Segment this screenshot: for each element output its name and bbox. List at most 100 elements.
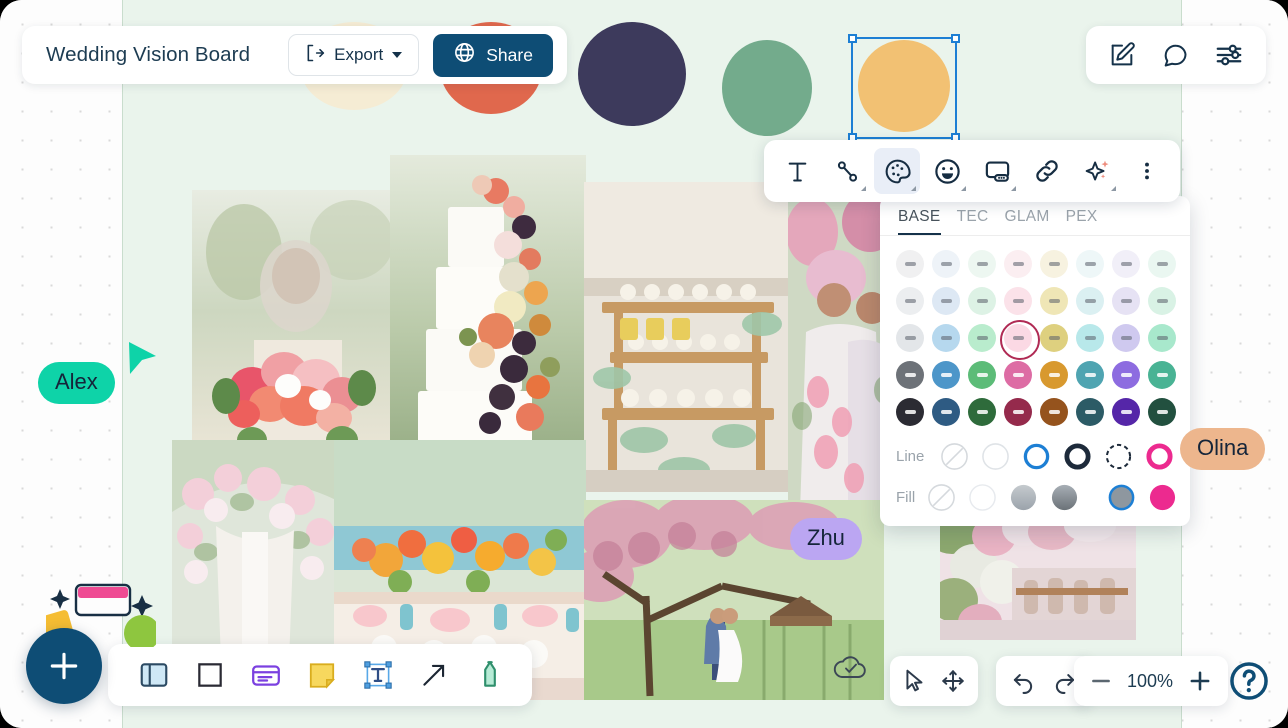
color-swatch-r0-c7[interactable] xyxy=(1148,250,1176,278)
text-tool-button[interactable] xyxy=(356,653,400,697)
resize-handle-tl[interactable] xyxy=(848,34,857,43)
panel-tab-pex[interactable]: PEX xyxy=(1066,208,1098,235)
fill-option-gray-selected[interactable] xyxy=(1107,483,1136,512)
color-swatch-r2-c5[interactable] xyxy=(1076,324,1104,352)
color-swatch-r2-c6[interactable] xyxy=(1112,324,1140,352)
pointer-tool-button[interactable] xyxy=(902,668,928,694)
selection-box[interactable] xyxy=(848,34,960,142)
panel-tab-base[interactable]: BASE xyxy=(898,208,941,235)
fill-option-dark-gray[interactable] xyxy=(1050,483,1079,512)
color-swatch-r1-c0[interactable] xyxy=(896,287,924,315)
color-swatch-r3-c0[interactable] xyxy=(896,361,924,389)
color-swatch-r1-c1[interactable] xyxy=(932,287,960,315)
text-tool-button[interactable] xyxy=(774,148,820,194)
color-swatch-r2-c0[interactable] xyxy=(896,324,924,352)
color-swatch-r2-c2[interactable] xyxy=(968,324,996,352)
panel-tab-tec[interactable]: TEC xyxy=(957,208,989,235)
color-swatch-r2-c4[interactable] xyxy=(1040,324,1068,352)
add-button[interactable] xyxy=(26,628,102,704)
line-style-row: Line xyxy=(880,436,1190,477)
line-option-none[interactable] xyxy=(940,442,969,471)
color-swatch-r4-c2[interactable] xyxy=(968,398,996,426)
line-tool-button[interactable] xyxy=(824,148,870,194)
color-swatch-r4-c1[interactable] xyxy=(932,398,960,426)
resize-handle-tr[interactable] xyxy=(951,34,960,43)
color-swatch-r3-c3[interactable] xyxy=(1004,361,1032,389)
color-swatch-r2-c3[interactable] xyxy=(1000,320,1040,360)
ai-magic-tool-button[interactable] xyxy=(1074,148,1120,194)
dropdown-corner-icon xyxy=(911,186,916,191)
comment-bubble-icon[interactable] xyxy=(1161,41,1189,69)
color-swatch-r0-c2[interactable] xyxy=(968,250,996,278)
color-swatch-r3-c5[interactable] xyxy=(1076,361,1104,389)
color-tool-button[interactable] xyxy=(874,148,920,194)
color-swatch-r3-c2[interactable] xyxy=(968,361,996,389)
line-option-dashed[interactable] xyxy=(1104,442,1133,471)
sticky-tool-button[interactable] xyxy=(300,653,344,697)
photo-floral-wall-reception[interactable] xyxy=(940,512,1136,640)
fill-option-light-gray[interactable] xyxy=(1009,483,1038,512)
color-swatch-r0-c0[interactable] xyxy=(896,250,924,278)
panel-tab-glam[interactable]: GLAM xyxy=(1004,208,1049,235)
color-swatch-r1-c6[interactable] xyxy=(1112,287,1140,315)
color-swatch-r0-c6[interactable] xyxy=(1112,250,1140,278)
color-swatch-r0-c1[interactable] xyxy=(932,250,960,278)
color-swatch-r4-c6[interactable] xyxy=(1112,398,1140,426)
color-swatch-r4-c7[interactable] xyxy=(1148,398,1176,426)
color-swatch-r3-c6[interactable] xyxy=(1112,361,1140,389)
color-swatch-r4-c3[interactable] xyxy=(1004,398,1032,426)
color-swatch-r1-c7[interactable] xyxy=(1148,287,1176,315)
fill-option-magenta[interactable] xyxy=(1148,483,1177,512)
photo-bride-bouquet[interactable] xyxy=(192,190,392,460)
share-button[interactable]: Share xyxy=(433,33,553,77)
highlighter-tool-button[interactable] xyxy=(468,653,512,697)
undo-button[interactable] xyxy=(1010,668,1036,694)
zoom-control: 100% xyxy=(1074,656,1228,706)
page-title[interactable]: Wedding Vision Board xyxy=(46,43,274,67)
color-swatch-r4-c4[interactable] xyxy=(1040,398,1068,426)
pan-tool-button[interactable] xyxy=(940,668,966,694)
ellipse-green[interactable] xyxy=(722,40,812,136)
photo-wedding-cake[interactable] xyxy=(390,155,586,455)
app-window: Wedding Vision Board Export Share BASE T… xyxy=(0,0,1288,728)
line-option-white[interactable] xyxy=(981,442,1010,471)
line-option-blue[interactable] xyxy=(1022,442,1051,471)
swatch-bar xyxy=(1156,262,1168,266)
help-button[interactable] xyxy=(1226,658,1272,704)
color-swatch-r3-c1[interactable] xyxy=(932,361,960,389)
export-button[interactable]: Export xyxy=(288,34,420,76)
color-swatch-r0-c3[interactable] xyxy=(1004,250,1032,278)
collaborator-olina: Olina xyxy=(1180,428,1266,470)
edit-pencil-icon[interactable] xyxy=(1108,41,1136,69)
sliders-icon[interactable] xyxy=(1214,40,1244,70)
link-tool-button[interactable] xyxy=(1024,148,1070,194)
frame-tool-button[interactable] xyxy=(132,653,176,697)
color-swatch-r1-c5[interactable] xyxy=(1076,287,1104,315)
color-swatch-r4-c5[interactable] xyxy=(1076,398,1104,426)
emoji-tool-button[interactable] xyxy=(924,148,970,194)
zoom-out-button[interactable] xyxy=(1088,668,1114,694)
line-option-black[interactable] xyxy=(1063,442,1092,471)
color-swatch-r0-c5[interactable] xyxy=(1076,250,1104,278)
line-option-magenta[interactable] xyxy=(1145,442,1174,471)
photo-dessert-table[interactable] xyxy=(584,182,790,492)
arrow-tool-button[interactable] xyxy=(412,653,456,697)
color-swatch-r4-c0[interactable] xyxy=(896,398,924,426)
color-swatch-r2-c1[interactable] xyxy=(932,324,960,352)
zoom-in-button[interactable] xyxy=(1186,667,1214,695)
fill-option-none[interactable] xyxy=(927,483,956,512)
color-swatch-r1-c4[interactable] xyxy=(1040,287,1068,315)
card-tool-button[interactable] xyxy=(244,653,288,697)
color-swatch-r0-c4[interactable] xyxy=(1040,250,1068,278)
color-swatch-r1-c3[interactable] xyxy=(1004,287,1032,315)
swatch-bar xyxy=(1048,336,1060,340)
ellipse-navy[interactable] xyxy=(578,22,686,126)
color-swatch-r3-c7[interactable] xyxy=(1148,361,1176,389)
color-swatch-r3-c4[interactable] xyxy=(1040,361,1068,389)
color-swatch-r1-c2[interactable] xyxy=(968,287,996,315)
shape-tool-button[interactable] xyxy=(188,653,232,697)
fill-option-white[interactable] xyxy=(968,483,997,512)
color-swatch-r2-c7[interactable] xyxy=(1148,324,1176,352)
comment-tool-button[interactable] xyxy=(974,148,1020,194)
more-options-button[interactable] xyxy=(1124,148,1170,194)
